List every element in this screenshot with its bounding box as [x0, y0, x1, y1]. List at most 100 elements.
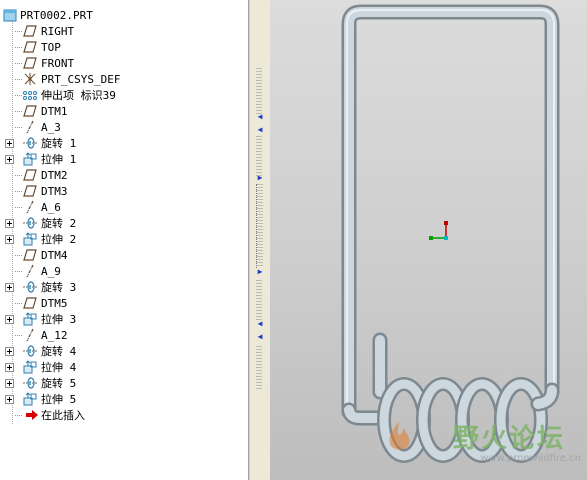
tree-item[interactable]: 拉伸 4 — [0, 359, 246, 375]
tree-item-label: DTM3 — [41, 184, 68, 198]
expand-toggle-icon[interactable] — [5, 395, 14, 404]
splitter-arrow-icon[interactable]: ◀ — [256, 126, 264, 134]
tree-item[interactable]: DTM5 — [0, 295, 246, 311]
tree-connector — [15, 111, 22, 112]
expand-toggle-icon[interactable] — [5, 363, 14, 372]
tree-item-label: 拉伸 1 — [41, 153, 77, 166]
expand-toggle-icon[interactable] — [5, 315, 14, 324]
expand-toggle-icon[interactable] — [5, 139, 14, 148]
datum-plane-icon — [22, 40, 38, 54]
tree-item[interactable]: TOP — [0, 39, 246, 55]
expand-toggle-icon[interactable] — [5, 155, 14, 164]
splitter-arrow-icon[interactable]: ◀ — [256, 320, 264, 328]
tree-connector — [15, 47, 22, 48]
expand-toggle-icon[interactable] — [5, 283, 14, 292]
tree-item-label: 旋转 5 — [41, 377, 77, 390]
expand-toggle-icon[interactable] — [5, 219, 14, 228]
tree-item[interactable]: 旋转 4 — [0, 343, 246, 359]
tree-item-label: A_9 — [41, 264, 61, 278]
tree-root[interactable]: PRT0002.PRT — [0, 7, 246, 23]
protrusion-icon — [22, 88, 38, 102]
tree-item[interactable]: FRONT — [0, 55, 246, 71]
tree-item[interactable]: 旋转 2 — [0, 215, 246, 231]
datum-axis-icon — [22, 264, 38, 278]
tree-item[interactable]: 拉伸 1 — [0, 151, 246, 167]
tree-item-label: A_3 — [41, 120, 61, 134]
tree-item-label: DTM4 — [41, 248, 68, 262]
splitter-arrow-icon[interactable]: ◀ — [256, 333, 264, 341]
tree-item[interactable]: PRT_CSYS_DEF — [0, 71, 246, 87]
tree-item-label: 拉伸 2 — [41, 233, 77, 246]
tree-connector — [15, 415, 22, 416]
tree-item-label: 在此插入 — [41, 409, 85, 422]
tree-item[interactable]: A_3 — [0, 119, 246, 135]
tree-connector — [15, 175, 22, 176]
splitter-grip[interactable] — [256, 136, 262, 176]
tree-item[interactable]: RIGHT — [0, 23, 246, 39]
splitter-grip[interactable] — [256, 280, 262, 320]
part-icon — [2, 8, 18, 22]
tree-connector — [15, 191, 22, 192]
watermark-title: 野火论坛 — [452, 424, 565, 454]
tree-item[interactable]: 拉伸 2 — [0, 231, 246, 247]
tree-item-label: 旋转 4 — [41, 345, 77, 358]
tree-item[interactable]: A_12 — [0, 327, 246, 343]
tree-item-label: 旋转 2 — [41, 217, 77, 230]
datum-plane-icon — [22, 248, 38, 262]
tree-item-label: DTM2 — [41, 168, 68, 182]
splitter-arrow-icon[interactable]: ▶ — [256, 174, 264, 182]
tree-connector — [15, 207, 22, 208]
tree-item[interactable]: 旋转 3 — [0, 279, 246, 295]
splitter-grip[interactable] — [256, 184, 263, 268]
tree-item-label: 旋转 3 — [41, 281, 77, 294]
tree-item-label: RIGHT — [41, 24, 75, 38]
tree-item[interactable]: A_6 — [0, 199, 246, 215]
tree-item[interactable]: 伸出项 标识39 — [0, 87, 246, 103]
model-tree-panel: PRT0002.PRT RIGHT TOP FRONT PRT_CSYS_DEF 伸出项… — [0, 0, 249, 480]
tree-item[interactable]: DTM4 — [0, 247, 246, 263]
expand-toggle-icon[interactable] — [5, 347, 14, 356]
tree-connector — [15, 127, 22, 128]
splitter-arrow-icon[interactable]: ▶ — [256, 268, 264, 276]
tree-item[interactable]: DTM1 — [0, 103, 246, 119]
datum-axis-icon — [22, 328, 38, 342]
datum-plane-icon — [22, 56, 38, 70]
tree-item[interactable]: 拉伸 5 — [0, 391, 246, 407]
splitter-grip[interactable] — [256, 68, 262, 114]
watermark: 野火论坛 www.proewildfire.cn — [380, 418, 587, 480]
datum-plane-icon — [22, 104, 38, 118]
tree-item[interactable]: 拉伸 3 — [0, 311, 246, 327]
tree-connector — [15, 255, 22, 256]
tree-item-label: 旋转 1 — [41, 137, 77, 150]
datum-axis-icon — [22, 120, 38, 134]
datum-plane-icon — [22, 184, 38, 198]
tree-item[interactable]: DTM2 — [0, 167, 246, 183]
insert-here-arrow-icon — [24, 408, 40, 422]
revolve-icon — [22, 344, 38, 358]
tree-item-label: A_6 — [41, 200, 61, 214]
graphics-viewport[interactable] — [270, 0, 587, 480]
tree-item-label: A_12 — [41, 328, 68, 342]
tree-root-label: PRT0002.PRT — [20, 8, 93, 22]
tree-item[interactable]: A_9 — [0, 263, 246, 279]
splitter-grip[interactable] — [256, 346, 262, 390]
panel-splitter[interactable]: ◀ ◀ ▶ ▶ ◀ ◀ — [249, 0, 270, 480]
watermark-url: www.proewildfire.cn — [480, 453, 581, 464]
tree-item-label: DTM1 — [41, 104, 68, 118]
tree-item-label: 拉伸 5 — [41, 393, 77, 406]
tree-connector — [15, 335, 22, 336]
datum-plane-icon — [22, 24, 38, 38]
flame-logo-icon — [389, 422, 410, 450]
tree-item[interactable]: DTM3 — [0, 183, 246, 199]
tree-connector — [15, 303, 22, 304]
expand-toggle-icon[interactable] — [5, 235, 14, 244]
expand-toggle-icon[interactable] — [5, 379, 14, 388]
csys-icon — [22, 72, 38, 86]
tree-item[interactable]: 在此插入 — [0, 407, 246, 423]
splitter-arrow-icon[interactable]: ◀ — [256, 113, 264, 121]
tree-item[interactable]: 旋转 1 — [0, 135, 246, 151]
tree-item-label: 伸出项 标识39 — [41, 89, 116, 102]
extrude-icon — [22, 360, 38, 374]
tree-item[interactable]: 旋转 5 — [0, 375, 246, 391]
revolve-icon — [22, 376, 38, 390]
